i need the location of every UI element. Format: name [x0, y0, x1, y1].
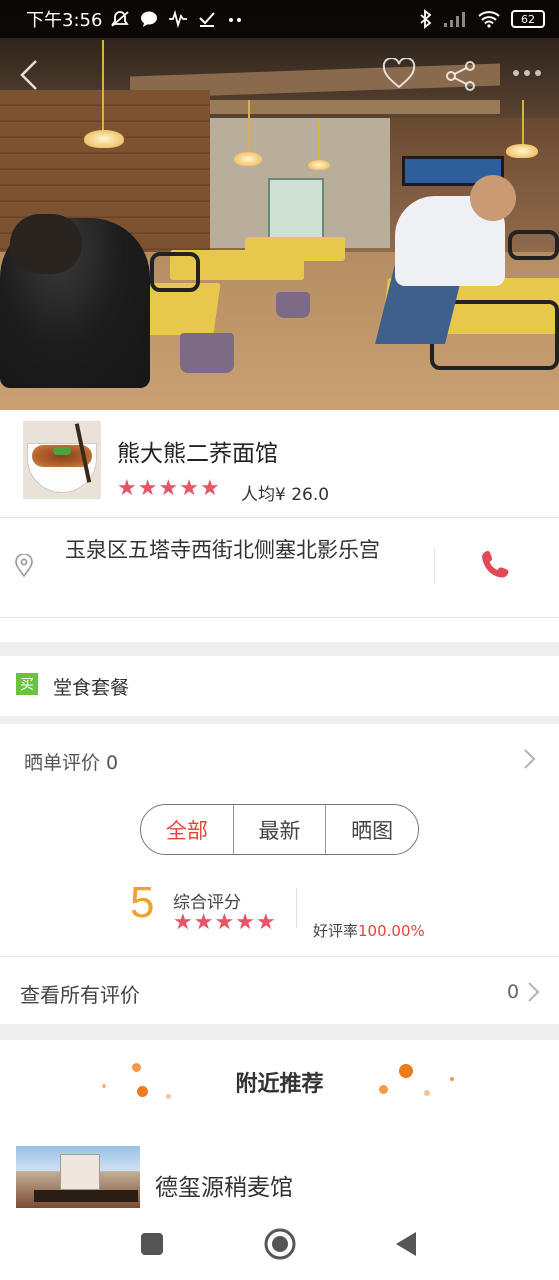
- star-icon: ★: [193, 910, 214, 935]
- good-rate-value: 100.00%: [358, 922, 425, 940]
- star-icon: ★: [158, 476, 179, 501]
- bucket: [276, 292, 310, 318]
- location-pin-icon: [15, 554, 33, 578]
- chevron-right-icon: [528, 982, 540, 1002]
- storefront-sign: [34, 1190, 138, 1202]
- average-price: 人均¥ 26.0: [241, 485, 330, 505]
- battery-icon: 62: [511, 10, 545, 28]
- decor-dot: [166, 1094, 171, 1099]
- divider: [296, 888, 297, 928]
- recent-apps-icon[interactable]: [140, 1232, 164, 1256]
- photo-fridge: [268, 178, 324, 240]
- nearby-title: 附近推荐: [235, 1072, 324, 1097]
- pulse-icon: [169, 10, 188, 28]
- signal-icon: [444, 12, 465, 27]
- decor-dot: [132, 1063, 141, 1072]
- share-icon[interactable]: [444, 60, 478, 92]
- star-icon: ★: [179, 476, 199, 501]
- star-icon: ★: [199, 476, 220, 501]
- lamp-cord: [248, 100, 250, 155]
- lamp: [506, 144, 538, 158]
- chevron-right-icon[interactable]: [522, 748, 536, 770]
- decor-dot: [102, 1084, 106, 1088]
- system-icons: 62: [419, 9, 545, 29]
- tab-all[interactable]: 全部: [141, 805, 234, 854]
- score-stars: ★ ★ ★ ★ ★: [173, 912, 276, 934]
- section-gap: [0, 1024, 559, 1040]
- good-rate-label: 好评率: [313, 922, 359, 940]
- lamp: [234, 152, 262, 166]
- review-title[interactable]: 晒单评价 0: [24, 748, 118, 775]
- shop-thumbnail[interactable]: [23, 421, 101, 499]
- lamp-cord: [522, 100, 524, 146]
- section-gap: [0, 716, 559, 724]
- decor-dot: [399, 1064, 413, 1078]
- wifi-icon: [478, 11, 500, 28]
- tab-photos[interactable]: 晒图: [326, 805, 418, 854]
- customer-head: [10, 214, 82, 274]
- combo-label: 堂食套餐: [53, 677, 130, 699]
- back-icon[interactable]: [18, 58, 40, 92]
- star-icon: ★: [214, 910, 235, 935]
- shop-address: 玉泉区五塔寺西街北侧塞北影乐宫: [65, 538, 380, 562]
- buy-badge: 买: [16, 673, 38, 695]
- bluetooth-icon: [420, 9, 432, 29]
- more-icon[interactable]: [512, 66, 542, 80]
- status-time: 下午3:56: [26, 10, 103, 31]
- good-rate: 好评率100.00%: [313, 920, 425, 941]
- phone-icon[interactable]: [479, 548, 513, 582]
- shop-info-card: 熊大熊二荞面馆 ★ ★ ★ ★ ★ 人均¥ 26.0: [0, 410, 559, 518]
- mute-icon: [111, 11, 130, 27]
- tab-latest[interactable]: 最新: [234, 805, 327, 854]
- system-nav-bar: [0, 1208, 559, 1280]
- chair: [508, 230, 559, 260]
- review-count: 0: [507, 981, 520, 1003]
- photo-beam: [180, 100, 500, 114]
- overall-score: 5: [130, 878, 155, 927]
- star-icon: ★: [255, 910, 276, 935]
- view-all-reviews-label: 查看所有评价: [20, 983, 140, 1007]
- favorite-heart-icon[interactable]: [382, 58, 416, 90]
- bucket: [180, 333, 234, 373]
- star-icon: ★: [173, 910, 193, 935]
- address-row[interactable]: 玉泉区五塔寺西街北侧塞北影乐宫: [0, 518, 559, 618]
- back-icon[interactable]: [394, 1230, 418, 1258]
- decor-dot: [424, 1090, 430, 1096]
- star-icon: ★: [137, 476, 158, 501]
- divider: [434, 548, 435, 584]
- decor-dot: [379, 1085, 388, 1094]
- star-icon: ★: [117, 476, 137, 501]
- chat-icon: [141, 11, 158, 27]
- spacer: [0, 618, 559, 642]
- shop-name: 熊大熊二荞面馆: [117, 441, 278, 467]
- dine-in-combo-row[interactable]: 买 堂食套餐: [0, 656, 559, 716]
- check-icon: [199, 12, 216, 27]
- status-bar: 下午3:56 62: [0, 0, 559, 38]
- notification-icons: [110, 10, 244, 28]
- view-all-reviews-row[interactable]: 查看所有评价 0: [0, 956, 559, 1024]
- waiter-head: [470, 175, 516, 221]
- decor-dot: [137, 1086, 148, 1097]
- table: [245, 237, 345, 261]
- lamp-cord: [318, 118, 320, 162]
- star-icon: ★: [235, 910, 255, 935]
- home-icon[interactable]: [263, 1227, 297, 1261]
- noodle-greens: [53, 447, 71, 455]
- review-filter-tabs: 全部 最新 晒图: [140, 804, 419, 855]
- recommendation-thumbnail[interactable]: [16, 1146, 140, 1208]
- rating-stars: ★ ★ ★ ★ ★: [117, 478, 220, 500]
- nearby-recommendations: 附近推荐 德玺源稍麦馆: [0, 1040, 559, 1208]
- lamp: [308, 160, 330, 170]
- building: [60, 1154, 100, 1190]
- chair: [150, 252, 200, 292]
- lamp-cord: [102, 40, 104, 132]
- section-gap: [0, 642, 559, 656]
- more-dots-icon: [229, 18, 242, 22]
- lamp: [84, 130, 124, 148]
- decor-dot: [450, 1077, 454, 1081]
- review-section: 晒单评价 0 全部 最新 晒图 5 综合评分 ★ ★ ★ ★ ★ 好评率100.00%: [0, 724, 559, 956]
- recommendation-name[interactable]: 德玺源稍麦馆: [155, 1168, 293, 1202]
